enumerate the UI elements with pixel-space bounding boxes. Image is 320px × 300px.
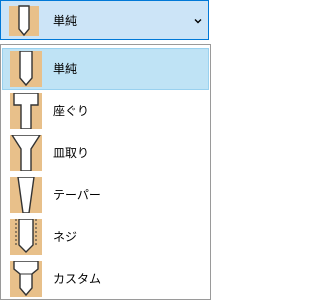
option-label: カスタム: [53, 272, 102, 286]
hole-type-dropdown[interactable]: 単純 単純 座ぐり 皿取り テーパー ネジ カスタム: [0, 0, 211, 300]
countersink-hole-icon: [10, 135, 42, 171]
simple-hole-icon: [9, 5, 39, 37]
option-custom[interactable]: カスタム: [2, 258, 209, 299]
option-counterbore[interactable]: 座ぐり: [2, 90, 209, 132]
tapered-hole-icon: [10, 177, 42, 213]
counterbore-hole-icon: [10, 93, 42, 129]
option-simple[interactable]: 単純: [2, 48, 209, 90]
option-label: ネジ: [53, 230, 78, 244]
option-label: テーパー: [53, 188, 101, 202]
hole-type-options-list: 単純 座ぐり 皿取り テーパー ネジ カスタム: [0, 44, 211, 300]
threaded-hole-icon: [10, 219, 42, 255]
option-countersink[interactable]: 皿取り: [2, 132, 209, 174]
option-tapered[interactable]: テーパー: [2, 174, 209, 216]
chevron-down-icon[interactable]: [193, 16, 203, 26]
option-label: 座ぐり: [53, 104, 90, 118]
combobox-selected-label: 単純: [53, 14, 78, 28]
option-label: 皿取り: [53, 146, 90, 160]
simple-hole-icon: [10, 51, 42, 87]
custom-hole-icon: [10, 261, 42, 297]
hole-type-combobox[interactable]: 単純: [0, 0, 209, 40]
option-label: 単純: [53, 62, 78, 76]
option-threaded[interactable]: ネジ: [2, 216, 209, 258]
